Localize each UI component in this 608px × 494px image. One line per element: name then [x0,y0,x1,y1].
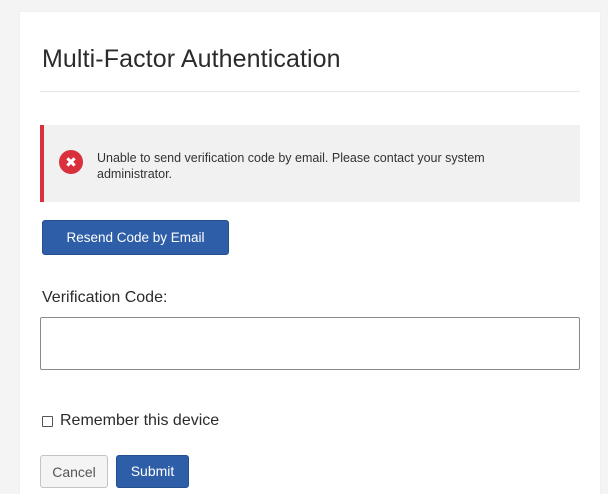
error-circle-icon: ✖ [59,150,83,174]
mfa-card: Multi-Factor Authentication ✖ Unable to … [20,12,600,494]
verification-code-label: Verification Code: [42,289,168,306]
title-divider [40,91,580,92]
page: Multi-Factor Authentication ✖ Unable to … [0,0,608,494]
submit-button[interactable]: Submit [116,455,189,488]
remember-device-label: Remember this device [60,412,220,429]
remember-device-option[interactable]: Remember this device [42,412,219,430]
verification-code-input[interactable] [40,317,580,370]
error-message: Unable to send verification code by emai… [97,151,485,181]
cancel-button[interactable]: Cancel [40,455,108,488]
page-title: Multi-Factor Authentication [42,45,341,73]
error-alert: ✖ Unable to send verification code by em… [40,125,580,202]
remember-device-checkbox[interactable] [42,415,53,427]
resend-code-button[interactable]: Resend Code by Email [42,220,229,255]
